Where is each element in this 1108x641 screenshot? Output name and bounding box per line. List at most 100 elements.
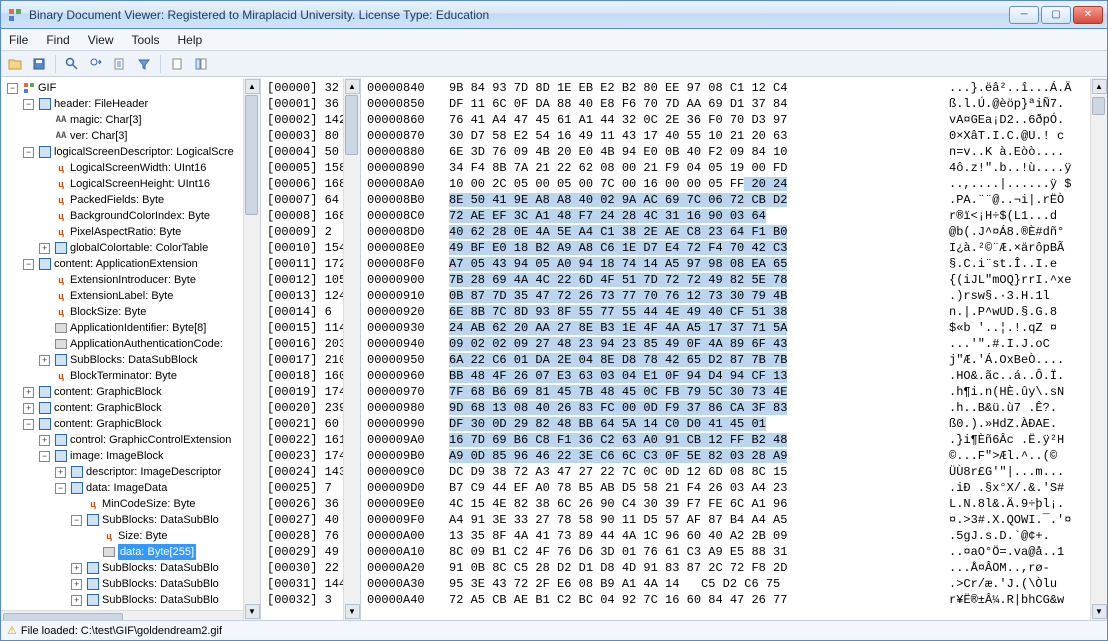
tree-dsb3[interactable]: SubBlocks: DataSubBlo xyxy=(102,576,219,592)
hex-row[interactable]: 00000850DF 11 6C 0F DA 88 40 E8 F6 70 7D… xyxy=(367,96,1084,112)
tree-header[interactable]: header: FileHeader xyxy=(54,96,148,112)
edit-icon[interactable] xyxy=(110,54,130,74)
collapse-icon[interactable]: − xyxy=(55,483,66,494)
hex-row[interactable]: 00000A108C 09 B1 C2 4F 76 D6 3D 01 76 61… xyxy=(367,544,1084,560)
hex-row[interactable]: 0000086076 41 A4 47 45 61 A1 44 32 0C 2E… xyxy=(367,112,1084,128)
expand-icon[interactable]: + xyxy=(39,355,50,366)
offset-list[interactable]: [00000] 32 [00001] 36 [00002] 142 [00003… xyxy=(261,78,343,610)
hex-row[interactable]: 000008E049 BF E0 18 B2 A9 A8 C6 1E D7 E4… xyxy=(367,240,1084,256)
titlebar[interactable]: Binary Document Viewer: Registered to Mi… xyxy=(1,1,1107,29)
hex-row[interactable]: 000009100B 87 7D 35 47 72 26 73 77 70 76… xyxy=(367,288,1084,304)
tree-cgb2[interactable]: content: GraphicBlock xyxy=(54,400,162,416)
hex-row[interactable]: 000009B0A9 0D 85 96 46 22 3E C6 6C C3 0F… xyxy=(367,448,1084,464)
hex-row[interactable]: 000009007B 28 69 4A 4C 22 6D 4F 51 7D 72… xyxy=(367,272,1084,288)
menu-find[interactable]: Find xyxy=(46,33,69,47)
expand-icon[interactable]: + xyxy=(23,403,34,414)
hex-row[interactable]: 000008806E 3D 76 09 4B 20 E0 4B 94 E0 0B… xyxy=(367,144,1084,160)
collapse-icon[interactable]: − xyxy=(23,259,34,270)
find-icon[interactable] xyxy=(62,54,82,74)
expand-icon[interactable]: + xyxy=(71,595,82,606)
expand-icon[interactable]: + xyxy=(39,435,50,446)
hex-row[interactable]: 000008F0A7 05 43 94 05 A0 94 18 74 14 A5… xyxy=(367,256,1084,272)
tree-ai[interactable]: ApplicationIdentifier: Byte[8] xyxy=(70,320,206,336)
tree-mcs[interactable]: MinCodeSize: Byte xyxy=(102,496,196,512)
hex-row[interactable]: 00000960BB 48 4F 26 07 E3 63 03 04 E1 0F… xyxy=(367,368,1084,384)
layout-icon[interactable] xyxy=(191,54,211,74)
tree-ver[interactable]: ver: Char[3] xyxy=(70,128,127,144)
hex-row[interactable]: 000009A016 7D 69 B6 C8 F1 36 C2 63 A0 91… xyxy=(367,432,1084,448)
tree-magic[interactable]: magic: Char[3] xyxy=(70,112,142,128)
close-button[interactable]: ✕ xyxy=(1073,6,1103,24)
hex-row[interactable]: 00000A4072 A5 CB AE B1 C2 BC 04 92 7C 16… xyxy=(367,592,1084,608)
offset-vscrollbar[interactable]: ▲ ▼ xyxy=(343,78,360,620)
open-icon[interactable] xyxy=(5,54,25,74)
tree-bytes-selected[interactable]: data: Byte[255] xyxy=(118,544,196,560)
hex-row[interactable]: 000008D040 62 28 0E 4A 5E A4 C1 38 2E AE… xyxy=(367,224,1084,240)
hex-row[interactable]: 000008409B 84 93 7D 8D 1E EB E2 B2 80 EE… xyxy=(367,80,1084,96)
menu-help[interactable]: Help xyxy=(178,33,203,47)
scroll-up-icon[interactable]: ▲ xyxy=(345,79,360,94)
hex-row[interactable]: 000009F0A4 91 3E 33 27 78 58 90 11 D5 57… xyxy=(367,512,1084,528)
hex-row[interactable]: 000009C0DC D9 38 72 A3 47 27 22 7C 0C 0D… xyxy=(367,464,1084,480)
scroll-down-icon[interactable]: ▼ xyxy=(345,604,360,619)
hex-row[interactable]: 00000A0013 35 8F 4A 41 73 89 44 4A 1C 96… xyxy=(367,528,1084,544)
tree-el[interactable]: ExtensionLabel: Byte xyxy=(70,288,173,304)
tree-par[interactable]: PixelAspectRatio: Byte xyxy=(70,224,181,240)
tree-pf[interactable]: PackedFields: Byte xyxy=(70,192,164,208)
tree-dat[interactable]: data: ImageData xyxy=(86,480,167,496)
tree-gct[interactable]: globalColortable: ColorTable xyxy=(70,240,208,256)
tree-cgb3[interactable]: content: GraphicBlock xyxy=(54,416,162,432)
find-next-icon[interactable] xyxy=(86,54,106,74)
hex-row[interactable]: 000008A010 00 2C 05 00 05 00 7C 00 16 00… xyxy=(367,176,1084,192)
tree-bci[interactable]: BackgroundColorIndex: Byte xyxy=(70,208,210,224)
scroll-down-icon[interactable]: ▼ xyxy=(245,604,260,619)
hex-row[interactable]: 0000093024 AB 62 20 AA 27 8E B3 1E 4F 4A… xyxy=(367,320,1084,336)
menu-file[interactable]: File xyxy=(9,33,28,47)
hex-row[interactable]: 0000094009 02 02 09 27 48 23 94 23 85 49… xyxy=(367,336,1084,352)
hex-view[interactable]: 000008409B 84 93 7D 8D 1E EB E2 B2 80 EE… xyxy=(361,78,1090,610)
tree-lsw[interactable]: LogicalScreenWidth: UInt16 xyxy=(70,160,206,176)
tree-ei[interactable]: ExtensionIntroducer: Byte xyxy=(70,272,196,288)
structure-tree[interactable]: −GIF −header: FileHeader AAmagic: Char[3… xyxy=(1,78,243,610)
expand-icon[interactable]: + xyxy=(71,563,82,574)
expand-icon[interactable]: + xyxy=(23,387,34,398)
scroll-up-icon[interactable]: ▲ xyxy=(1092,79,1107,94)
tree-id[interactable]: descriptor: ImageDescriptor xyxy=(86,464,221,480)
tree-cgb1[interactable]: content: GraphicBlock xyxy=(54,384,162,400)
expand-icon[interactable]: + xyxy=(71,579,82,590)
expand-icon[interactable]: + xyxy=(55,467,66,478)
hex-row[interactable]: 000009506A 22 C6 01 DA 2E 04 8E D8 78 42… xyxy=(367,352,1084,368)
hex-row[interactable]: 00000A2091 0B 8C C5 28 D2 D1 D8 4D 91 83… xyxy=(367,560,1084,576)
hex-row[interactable]: 000008B08E 50 41 9E A8 A8 40 02 9A AC 69… xyxy=(367,192,1084,208)
save-icon[interactable] xyxy=(29,54,49,74)
hex-row[interactable]: 000009809D 68 13 08 40 26 83 FC 00 0D F9… xyxy=(367,400,1084,416)
tree-dsb2[interactable]: SubBlocks: DataSubBlo xyxy=(102,560,219,576)
hex-row[interactable]: 000009E04C 15 4E 82 38 6C 26 90 C4 30 39… xyxy=(367,496,1084,512)
tree-sb[interactable]: SubBlocks: DataSubBlock xyxy=(70,352,198,368)
menu-tools[interactable]: Tools xyxy=(131,33,159,47)
minimize-button[interactable]: ─ xyxy=(1009,6,1039,24)
tree-gce[interactable]: control: GraphicControlExtension xyxy=(70,432,231,448)
hex-row[interactable]: 000009D0B7 C9 44 EF A0 78 B5 AB D5 58 21… xyxy=(367,480,1084,496)
tree-bt[interactable]: BlockTerminator: Byte xyxy=(70,368,177,384)
tree-vscrollbar[interactable]: ▲ ▼ xyxy=(243,78,260,620)
hex-row[interactable]: 0000087030 D7 58 E2 54 16 49 11 43 17 40… xyxy=(367,128,1084,144)
collapse-icon[interactable]: − xyxy=(23,99,34,110)
document-icon[interactable] xyxy=(167,54,187,74)
tree-lsh[interactable]: LogicalScreenHeight: UInt16 xyxy=(70,176,210,192)
hex-row[interactable]: 000009707F 68 B6 69 81 45 7B 48 45 0C FB… xyxy=(367,384,1084,400)
collapse-icon[interactable]: − xyxy=(39,451,50,462)
collapse-icon[interactable]: − xyxy=(7,83,18,94)
hex-row[interactable]: 00000A3095 3E 43 72 2F E6 08 B9 A1 4A 14… xyxy=(367,576,1084,592)
menu-view[interactable]: View xyxy=(88,33,114,47)
tree-lsd[interactable]: logicalScreenDescriptor: LogicalScre xyxy=(54,144,234,160)
scroll-up-icon[interactable]: ▲ xyxy=(245,79,260,94)
filter-icon[interactable] xyxy=(134,54,154,74)
tree-root[interactable]: GIF xyxy=(38,80,56,96)
tree-dsb4[interactable]: SubBlocks: DataSubBlo xyxy=(102,592,219,608)
tree-bs[interactable]: BlockSize: Byte xyxy=(70,304,146,320)
scroll-down-icon[interactable]: ▼ xyxy=(1092,604,1107,619)
hex-row[interactable]: 00000990DF 30 0D 29 82 48 BB 64 5A 14 C0… xyxy=(367,416,1084,432)
hex-vscrollbar[interactable]: ▲ ▼ xyxy=(1090,78,1107,620)
hex-row[interactable]: 0000089034 F4 8B 7A 21 22 62 08 00 21 F9… xyxy=(367,160,1084,176)
